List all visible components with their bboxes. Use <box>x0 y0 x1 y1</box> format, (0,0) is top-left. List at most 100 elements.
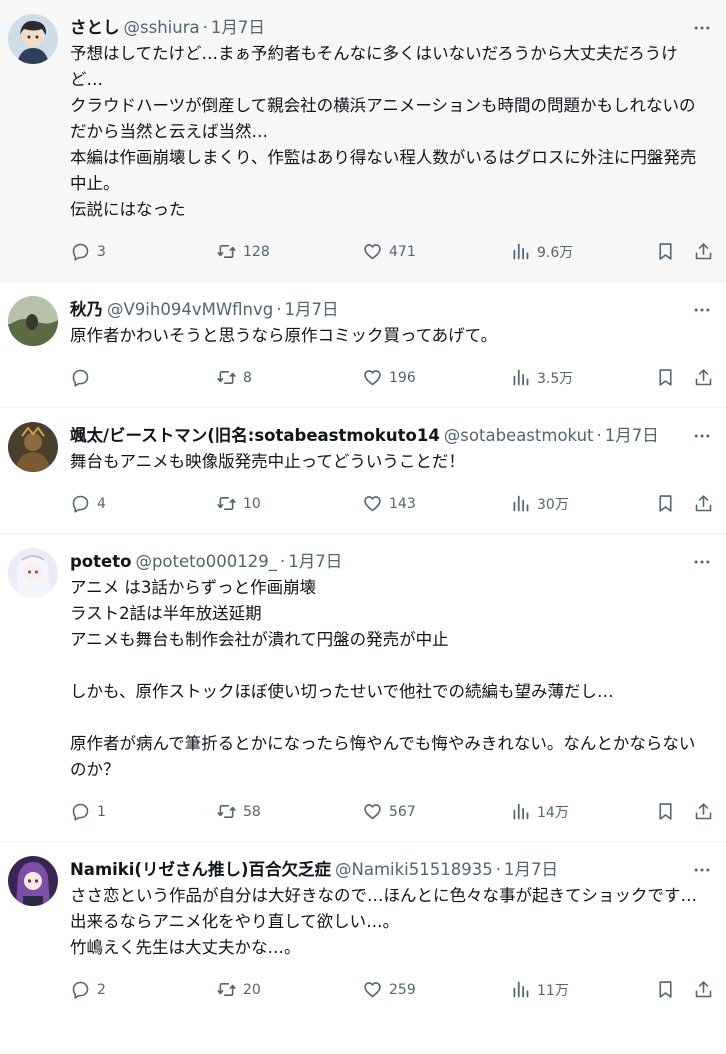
post-time[interactable]: 1月7日 <box>288 550 342 574</box>
views-icon <box>513 803 529 820</box>
like-button[interactable]: 471 <box>362 241 416 262</box>
views-button[interactable]: 9.6万 <box>510 241 573 262</box>
share-button[interactable] <box>693 367 714 388</box>
repost-icon <box>217 371 236 384</box>
like-count: 143 <box>389 495 416 512</box>
post-header: さとし @sshiura · 1月7日 <box>70 16 714 40</box>
views-button[interactable]: 30万 <box>510 493 569 514</box>
reply-count: 4 <box>97 495 106 512</box>
avatar[interactable] <box>8 14 58 64</box>
like-icon <box>364 804 381 820</box>
like-button[interactable]: 143 <box>362 493 416 514</box>
more-button[interactable] <box>690 16 714 40</box>
avatar[interactable] <box>8 296 58 346</box>
post-time[interactable]: 1月7日 <box>504 858 558 882</box>
display-name[interactable]: さとし <box>70 16 120 40</box>
repost-button[interactable]: 10 <box>216 493 261 514</box>
views-button[interactable]: 11万 <box>510 979 569 1000</box>
reply-button[interactable]: 3 <box>70 241 106 262</box>
views-button[interactable]: 14万 <box>510 801 569 822</box>
post-text: ささ恋という作品が自分は大好きなので…ほんとに色々な事が起きてショックです… 出… <box>70 886 697 957</box>
share-icon <box>695 369 712 386</box>
post[interactable]: さとし @sshiura · 1月7日 予想はしてたけど…まぁ予約者もそんなに多… <box>0 0 726 282</box>
reply-button[interactable] <box>70 367 97 388</box>
post-text: 原作者かわいそうと思うなら原作コミック買ってあげて。 <box>70 326 498 345</box>
post-time[interactable]: 1月7日 <box>284 298 338 322</box>
more-button[interactable] <box>690 424 714 448</box>
bookmark-button[interactable] <box>655 493 676 514</box>
share-icon <box>695 981 712 998</box>
action-bar: 3 128 471 9.6万 <box>70 241 714 265</box>
views-icon <box>513 981 529 998</box>
post-header: 秋乃 @V9ih094vMWflnvg · 1月7日 <box>70 298 714 322</box>
bookmark-button[interactable] <box>655 979 676 1000</box>
user-handle[interactable]: @Namiki51518935 <box>335 858 493 882</box>
like-button[interactable]: 259 <box>362 979 416 1000</box>
repost-button[interactable]: 8 <box>216 367 252 388</box>
like-button[interactable]: 567 <box>362 801 416 822</box>
user-handle[interactable]: @V9ih094vMWflnvg <box>107 298 273 322</box>
like-icon <box>364 496 381 512</box>
user-handle[interactable]: @sotabeastmokut <box>444 424 594 448</box>
user-handle[interactable]: @poteto000129_ <box>135 550 277 574</box>
user-handle[interactable]: @sshiura <box>124 16 200 40</box>
share-button[interactable] <box>693 979 714 1000</box>
repost-button[interactable]: 58 <box>216 801 261 822</box>
repost-button[interactable]: 20 <box>216 979 261 1000</box>
bookmark-button[interactable] <box>655 367 676 388</box>
like-icon <box>364 244 381 260</box>
post[interactable]: Namiki(リゼさん推し)百合欠乏症 @Namiki51518935 · 1月… <box>0 842 726 1054</box>
display-name[interactable]: poteto <box>70 550 131 574</box>
post[interactable]: 秋乃 @V9ih094vMWflnvg · 1月7日 原作者かわいそうと思うなら… <box>0 282 726 408</box>
bookmark-icon <box>659 803 672 820</box>
views-button[interactable]: 3.5万 <box>510 367 573 388</box>
post-text: 予想はしてたけど…まぁ予約者もそんなに多くはいないだろうから大丈夫だろうけど… … <box>70 44 697 219</box>
view-count: 14万 <box>537 804 569 821</box>
reply-button[interactable]: 1 <box>70 801 106 822</box>
reply-icon <box>72 243 89 261</box>
avatar[interactable] <box>8 856 58 906</box>
repost-count: 58 <box>243 803 261 820</box>
avatar[interactable] <box>8 548 58 598</box>
reply-button[interactable]: 2 <box>70 979 106 1000</box>
action-bar: 2 20 259 11万 <box>70 979 714 1003</box>
post[interactable]: 颯太/ビーストマン(旧名:sotabeastmokuto14 @sotabeas… <box>0 408 726 534</box>
more-button[interactable] <box>690 550 714 574</box>
bookmark-button[interactable] <box>655 801 676 822</box>
action-bar: 8 196 3.5万 <box>70 367 714 391</box>
action-bar: 1 58 567 14万 <box>70 801 714 825</box>
post-header: 颯太/ビーストマン(旧名:sotabeastmokuto14 @sotabeas… <box>70 424 714 448</box>
share-button[interactable] <box>693 241 714 262</box>
bookmark-button[interactable] <box>655 241 676 262</box>
separator-dot: · <box>596 426 602 445</box>
repost-icon <box>217 497 236 510</box>
repost-icon <box>217 805 236 818</box>
repost-count: 8 <box>243 369 252 386</box>
views-icon <box>513 243 529 260</box>
more-button[interactable] <box>690 858 714 882</box>
views-icon <box>513 495 529 512</box>
like-count: 471 <box>389 243 416 260</box>
more-icon <box>694 560 710 564</box>
reply-icon <box>72 369 89 387</box>
avatar[interactable] <box>8 422 58 472</box>
like-button[interactable]: 196 <box>362 367 416 388</box>
post[interactable]: poteto @poteto000129_ · 1月7日 アニメ は3話からずっ… <box>0 534 726 842</box>
share-button[interactable] <box>693 493 714 514</box>
display-name[interactable]: 颯太/ビーストマン(旧名:sotabeastmokuto14 <box>70 424 440 448</box>
display-name[interactable]: 秋乃 <box>70 298 103 322</box>
reply-button[interactable]: 4 <box>70 493 106 514</box>
view-count: 3.5万 <box>537 370 574 387</box>
repost-button[interactable]: 128 <box>216 241 270 262</box>
more-button[interactable] <box>690 298 714 322</box>
separator-dot: · <box>276 300 282 319</box>
display-name[interactable]: Namiki(リゼさん推し)百合欠乏症 <box>70 858 331 882</box>
post-time[interactable]: 1月7日 <box>211 16 265 40</box>
more-icon <box>694 26 710 30</box>
bookmark-icon <box>659 981 672 998</box>
like-count: 196 <box>389 369 416 386</box>
share-button[interactable] <box>693 801 714 822</box>
bookmark-icon <box>659 495 672 512</box>
post-time[interactable]: 1月7日 <box>605 424 659 448</box>
more-icon <box>694 434 710 438</box>
